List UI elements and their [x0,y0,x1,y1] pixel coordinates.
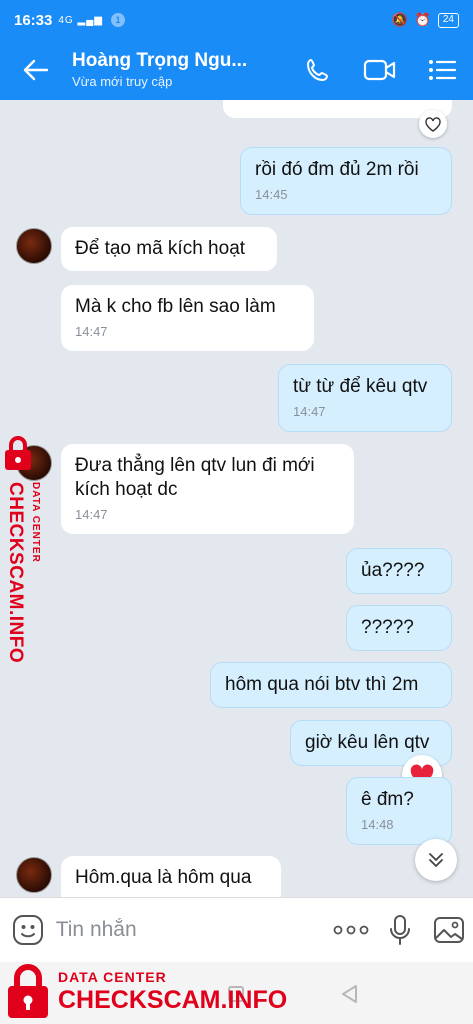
microphone-icon[interactable] [375,914,424,946]
notification-count: 1 [110,13,125,27]
contact-name: Hoàng Trọng Ngu... [72,50,248,71]
message-text: ủa???? [361,560,425,581]
message-text: Mà k cho fb lên sao làm [75,296,276,317]
message-text: giờ kêu lên qtv [305,732,430,753]
message-input-bar [0,897,473,962]
avatar[interactable] [16,228,52,264]
message-bubble-outgoing[interactable]: hôm qua nói btv thì 2m [210,662,452,708]
message-bubble-incoming[interactable]: Để tạo mã kích hoạt [61,227,277,271]
message-time: 14:48 [361,817,394,832]
watermark-big-text: CHECKSCAM.INFO [58,986,288,1014]
sticker-icon[interactable] [0,914,56,946]
message-bubble-outgoing[interactable]: từ từ để kêu qtv 14:47 [278,364,452,432]
back-arrow-icon[interactable] [0,40,72,100]
signal-indicator: 4G ▂▄▆ [58,14,103,26]
message-bubble-outgoing[interactable]: ????? [346,605,452,651]
mute-icon: 🔕 [391,12,408,27]
menu-list-icon[interactable] [411,40,473,100]
avatar[interactable] [16,857,52,893]
side-watermark: CHECKSCAM.INFO DATA CENTER [0,436,56,666]
lock-icon [8,964,48,1018]
nav-back-icon[interactable] [340,984,358,1004]
message-bubble-outgoing[interactable]: ủa???? [346,548,452,594]
message-text: ????? [361,617,414,638]
message-text: rồi đó đm đủ 2m rồi [255,159,419,180]
bottom-watermark: DATA CENTER CHECKSCAM.INFO [6,964,287,1020]
lock-icon [5,436,31,470]
contact-info[interactable]: Hoàng Trọng Ngu... Vừa mới truy cập [72,49,287,91]
message-time: 14:47 [75,324,108,339]
contact-status: Vừa mới truy cập [72,74,173,89]
image-icon[interactable] [424,916,473,944]
message-time: 14:47 [293,404,326,419]
status-time: 16:33 [14,11,53,29]
message-input[interactable] [55,918,327,942]
message-text: hôm qua nói btv thì 2m [225,674,419,695]
message-text: Đưa thẳng lên qtv lun đi mới kích hoạt d… [75,455,315,500]
heart-icon[interactable] [419,110,447,138]
chat-header: Hoàng Trọng Ngu... Vừa mới truy cập [0,40,473,100]
message-text: ê đm? [361,789,414,810]
status-bar: 16:33 4G ▂▄▆ 1 🔕 ⏰ 24 [0,0,473,40]
message-bubble-incoming[interactable]: Đưa thẳng lên qtv lun đi mới kích hoạt d… [61,444,354,534]
watermark-small-text: DATA CENTER [58,969,167,985]
double-chevron-down-icon [429,853,443,867]
video-call-icon[interactable] [349,40,411,100]
watermark-side-big: CHECKSCAM.INFO [5,482,26,664]
message-bubble-outgoing[interactable]: ê đm? 14:48 [346,777,452,845]
message-bubble-outgoing[interactable]: rồi đó đm đủ 2m rồi 14:45 [240,147,452,215]
phone-icon[interactable] [287,40,349,100]
message-bubble-partial [223,100,452,118]
watermark-side-small: DATA CENTER [30,482,41,563]
more-dots-icon[interactable] [327,925,376,935]
message-text: từ từ để kêu qtv [293,376,428,397]
scroll-down-button[interactable] [415,839,457,881]
chat-area[interactable]: rồi đó đm đủ 2m rồi 14:45 Để tạo mã kích… [0,100,473,897]
battery-indicator: 24 [437,12,459,28]
message-text: Hôm.qua là hôm qua [75,867,252,888]
message-text: Để tạo mã kích hoạt [75,238,246,259]
message-time: 14:45 [255,187,288,202]
message-bubble-incoming[interactable]: Mà k cho fb lên sao làm 14:47 [61,285,314,351]
alarm-icon: ⏰ [414,12,431,27]
message-time: 14:47 [75,507,108,522]
message-bubble-incoming[interactable]: Hôm.qua là hôm qua [61,856,281,897]
